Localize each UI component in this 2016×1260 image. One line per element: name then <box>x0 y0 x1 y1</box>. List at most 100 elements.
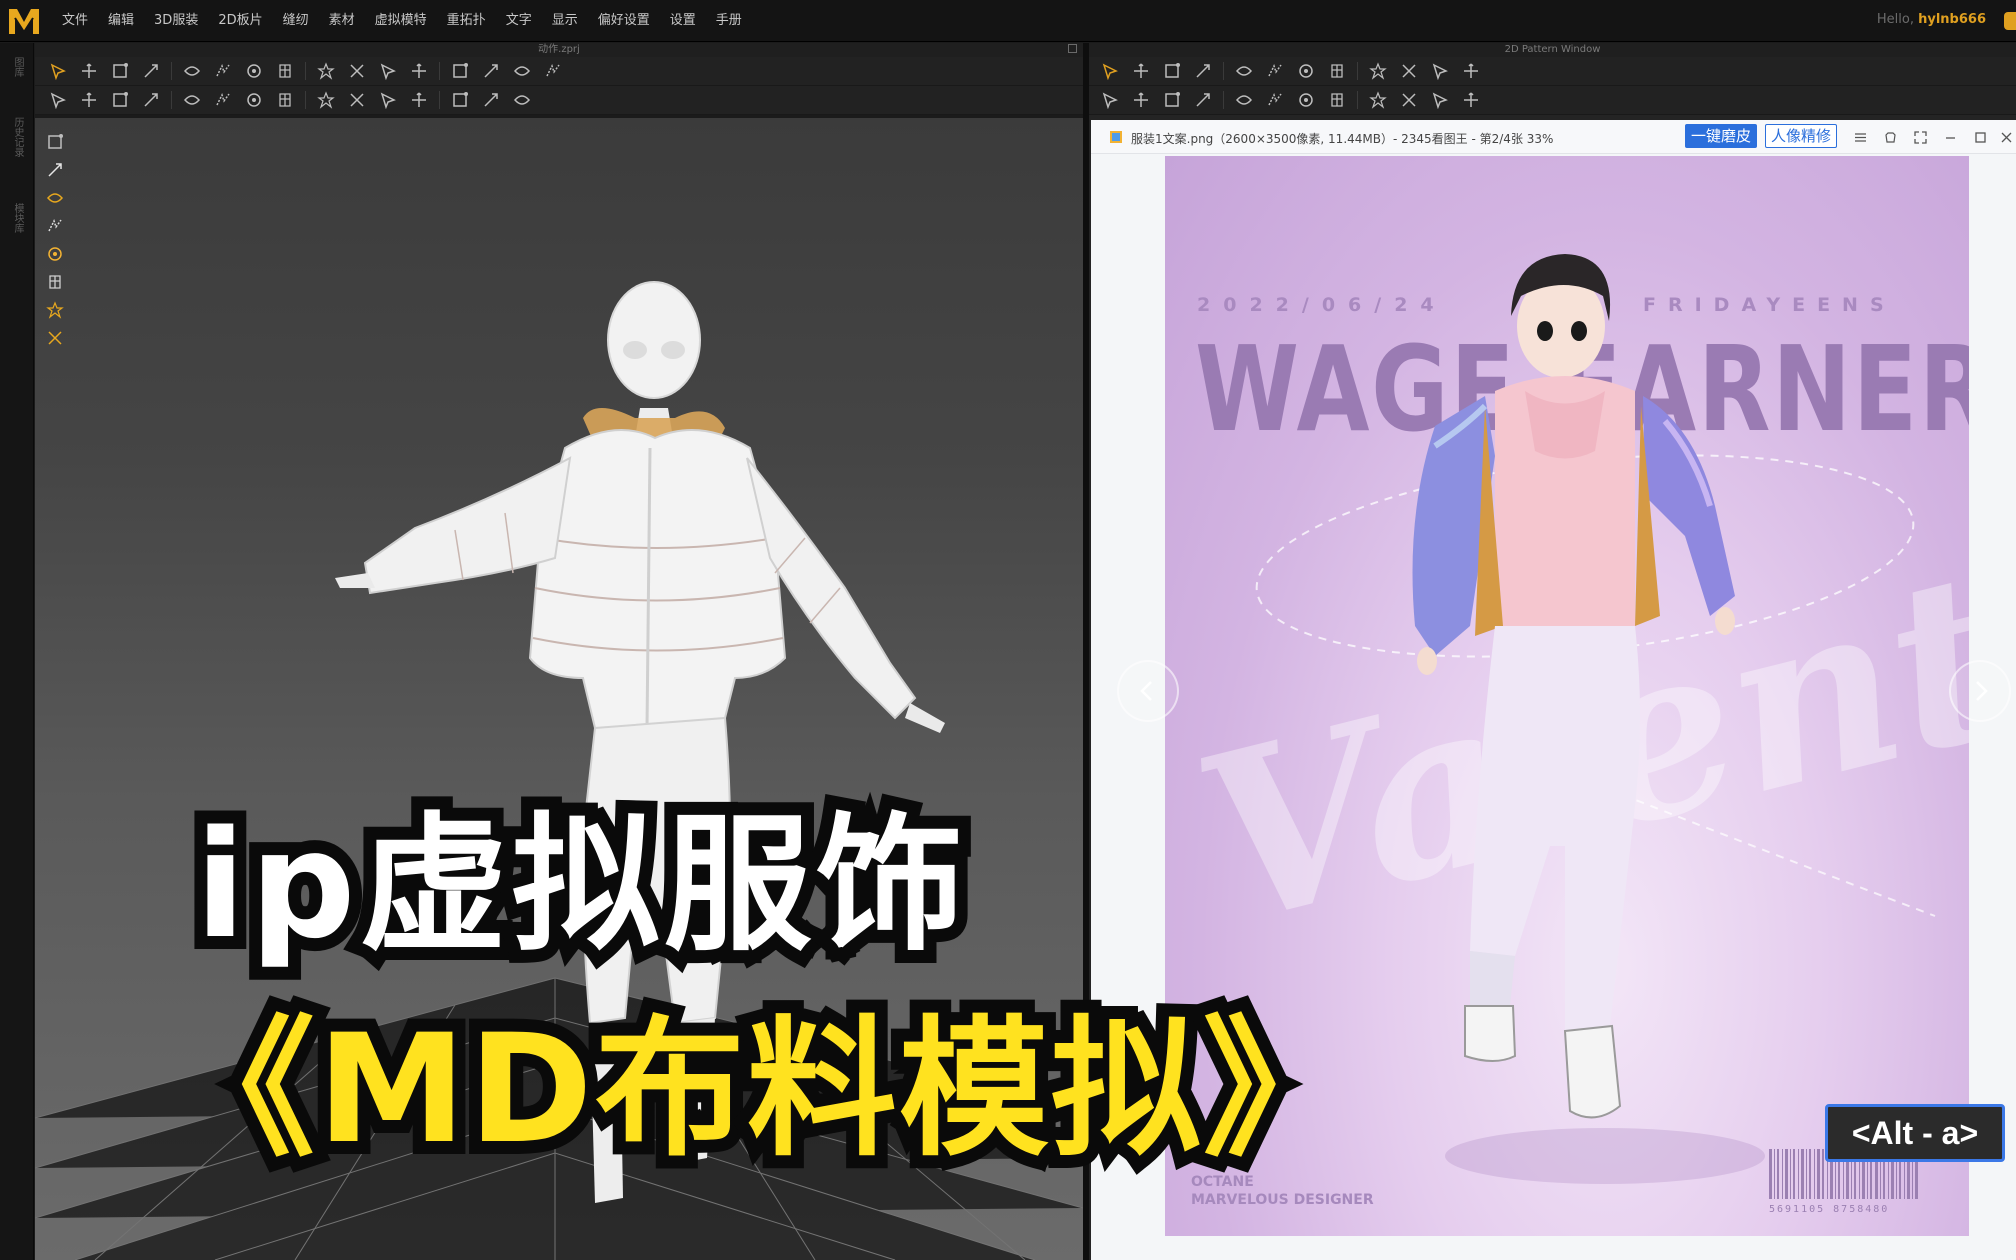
strip-tab-modules[interactable]: 模块库 <box>10 203 25 233</box>
2d-window-title: 2D Pattern Window <box>1089 43 2016 57</box>
minimize-icon[interactable] <box>1941 128 1959 146</box>
add-point-icon[interactable] <box>1192 60 1214 82</box>
garment-icon[interactable] <box>43 158 67 181</box>
menu-item[interactable]: 虚拟模特 <box>365 0 437 42</box>
edit-sew-icon[interactable] <box>1161 89 1183 111</box>
select-icon[interactable] <box>47 60 69 82</box>
menu-item[interactable]: 偏好设置 <box>588 0 660 42</box>
profile-badge-icon[interactable] <box>2004 12 2016 30</box>
topstitch-icon[interactable] <box>243 89 265 111</box>
app-logo-icon[interactable] <box>6 4 42 38</box>
strip-tab-history[interactable]: 历史记录 <box>10 117 25 157</box>
tack-icon[interactable] <box>408 60 430 82</box>
texture-icon[interactable] <box>43 242 67 265</box>
grid2-icon[interactable] <box>542 60 564 82</box>
measure-icon[interactable] <box>140 89 162 111</box>
edit-pattern-icon[interactable] <box>1130 60 1152 82</box>
one-click-smoothing-button[interactable]: 一键磨皮 <box>1685 124 1758 148</box>
portrait-retouch-button[interactable]: 人像精修 <box>1765 124 1838 148</box>
puckering-icon[interactable] <box>315 89 337 111</box>
ruler-icon[interactable] <box>511 89 533 111</box>
polygon-icon[interactable] <box>1233 60 1255 82</box>
free-sew-icon[interactable] <box>1130 89 1152 111</box>
avatar-icon[interactable] <box>78 89 100 111</box>
menu-item[interactable]: 缝纫 <box>273 0 319 42</box>
3d-toolbar-row-1 <box>35 57 1083 86</box>
skin-icon[interactable] <box>43 298 67 321</box>
segment-sew-icon[interactable] <box>243 60 265 82</box>
pin-icon[interactable] <box>315 60 337 82</box>
elastic-icon[interactable] <box>346 89 368 111</box>
transform-pattern-icon[interactable] <box>1099 60 1121 82</box>
grid-icon[interactable] <box>511 60 533 82</box>
skin-icon[interactable] <box>1881 128 1899 146</box>
topstitch-icon[interactable] <box>1429 89 1451 111</box>
menu-item[interactable]: 显示 <box>542 0 588 42</box>
buttonhole-icon[interactable] <box>480 60 502 82</box>
texture-icon[interactable] <box>212 89 234 111</box>
menu-icon[interactable] <box>1851 128 1869 146</box>
edit-avatar-icon[interactable] <box>109 89 131 111</box>
menu-item[interactable]: 文件 <box>52 0 98 42</box>
menu-item[interactable]: 文字 <box>496 0 542 42</box>
rotate-icon[interactable] <box>181 60 203 82</box>
menu-item[interactable]: 素材 <box>319 0 365 42</box>
avatar-surface-icon[interactable] <box>43 186 67 209</box>
button-icon[interactable] <box>1264 89 1286 111</box>
previous-image-button[interactable] <box>1117 660 1179 722</box>
buttonhole-icon[interactable] <box>1295 89 1317 111</box>
zipper-icon[interactable] <box>1460 89 1482 111</box>
fold-icon[interactable] <box>346 60 368 82</box>
dot-icon[interactable] <box>480 89 502 111</box>
circle-icon[interactable] <box>1295 60 1317 82</box>
user-greeting[interactable]: Hello, hylnb666 <box>1877 12 1986 27</box>
zipper-icon[interactable] <box>274 89 296 111</box>
trace-icon[interactable] <box>1367 60 1389 82</box>
fullscreen-icon[interactable] <box>1911 128 1929 146</box>
free-sew-icon[interactable] <box>274 60 296 82</box>
check-sew-icon[interactable] <box>1192 89 1214 111</box>
maximize-icon[interactable] <box>1971 128 1989 146</box>
camera-icon[interactable] <box>43 130 67 153</box>
menu-item[interactable]: 重拓扑 <box>437 0 496 42</box>
edit-curve-icon[interactable] <box>1161 60 1183 82</box>
poster-footer-line2: MARVELOUS DESIGNER <box>1191 1192 1374 1208</box>
menu-item[interactable]: 编辑 <box>98 0 144 42</box>
line-icon[interactable] <box>449 89 471 111</box>
grid-icon[interactable] <box>1460 60 1482 82</box>
grading-icon[interactable] <box>1398 60 1420 82</box>
dart-icon[interactable] <box>1367 89 1389 111</box>
window-restore-icon[interactable] <box>1068 44 1077 53</box>
internal-polygon-icon[interactable] <box>1326 60 1348 82</box>
globe-icon[interactable] <box>43 326 67 349</box>
button-icon[interactable] <box>449 60 471 82</box>
tack-icon[interactable] <box>1233 89 1255 111</box>
select-button-icon[interactable] <box>1326 89 1348 111</box>
menu-item[interactable]: 2D板片 <box>208 0 272 42</box>
trim-icon[interactable] <box>377 89 399 111</box>
menu-item[interactable]: 手册 <box>706 0 752 42</box>
arrangement-icon[interactable] <box>181 89 203 111</box>
segment-sew-icon[interactable] <box>1099 89 1121 111</box>
greeting-prefix: Hello, <box>1876 12 1914 27</box>
next-image-button[interactable] <box>1949 660 2011 722</box>
menu-item[interactable]: 3D服装 <box>144 0 208 42</box>
move-icon[interactable] <box>78 60 100 82</box>
pressure-icon[interactable] <box>43 270 67 293</box>
sew-icon[interactable] <box>212 60 234 82</box>
transform-icon[interactable] <box>109 60 131 82</box>
fold-icon[interactable] <box>1398 89 1420 111</box>
strip-tab-library[interactable]: 图库 <box>10 57 25 77</box>
close-icon[interactable] <box>1997 128 2015 146</box>
pin-icon[interactable] <box>1429 60 1451 82</box>
rectangle-icon[interactable] <box>1264 60 1286 82</box>
barcode-number: 5691105 8758480 <box>1769 1204 1890 1215</box>
image-file-icon <box>1110 131 1122 143</box>
graphic-icon[interactable] <box>408 89 430 111</box>
menu-item[interactable]: 设置 <box>660 0 706 42</box>
fold-arrange-icon[interactable] <box>377 60 399 82</box>
simulate-icon[interactable] <box>47 89 69 111</box>
avatar-icon[interactable] <box>43 214 67 237</box>
scale-icon[interactable] <box>140 60 162 82</box>
username-label[interactable]: hylnb666 <box>1918 12 1986 27</box>
